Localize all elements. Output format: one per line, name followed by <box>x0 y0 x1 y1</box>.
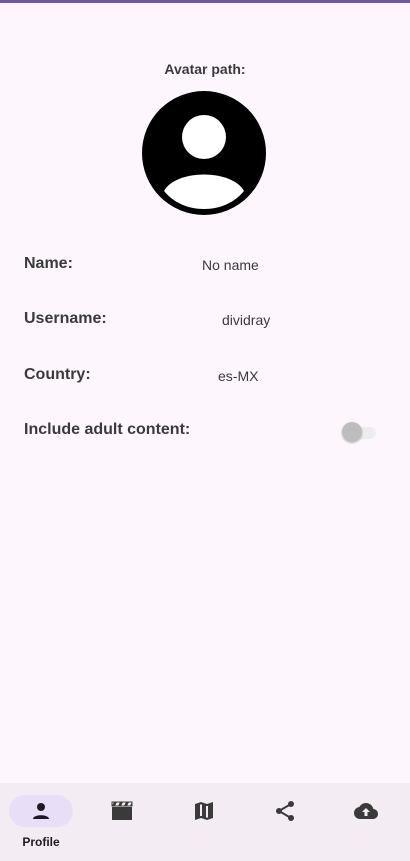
adult-content-toggle[interactable] <box>342 421 376 443</box>
country-label: Country: <box>24 366 91 383</box>
username-value: dividray <box>222 312 271 328</box>
country-value: es-MX <box>218 368 259 384</box>
nav-item-upload[interactable] <box>328 783 410 861</box>
nav-item-profile[interactable]: Profile <box>0 783 82 861</box>
adult-content-label: Include adult content: <box>24 421 191 438</box>
nav-item-map[interactable] <box>164 783 246 861</box>
name-label: Name: <box>24 255 73 272</box>
top-accent-bar <box>0 0 410 3</box>
avatar-icon[interactable] <box>142 91 266 215</box>
username-row: Username: dividray <box>24 310 384 334</box>
toggle-thumb <box>342 422 362 442</box>
movie-icon <box>111 801 133 820</box>
username-label: Username: <box>24 310 107 327</box>
name-value: No name <box>202 257 259 273</box>
person-icon <box>33 803 49 819</box>
share-icon <box>276 801 294 821</box>
nav-item-movies[interactable] <box>82 783 164 861</box>
name-row: Name: No name <box>24 255 384 279</box>
cloud-upload-icon <box>354 803 378 819</box>
nav-label-profile: Profile <box>22 835 60 849</box>
avatar-path-label: Avatar path: <box>164 61 246 77</box>
adult-content-row: Include adult content: <box>24 421 384 445</box>
map-icon <box>195 802 213 820</box>
nav-item-share[interactable] <box>246 783 328 861</box>
country-row: Country: es-MX <box>24 366 384 390</box>
bottom-navigation: Profile <box>0 783 410 861</box>
